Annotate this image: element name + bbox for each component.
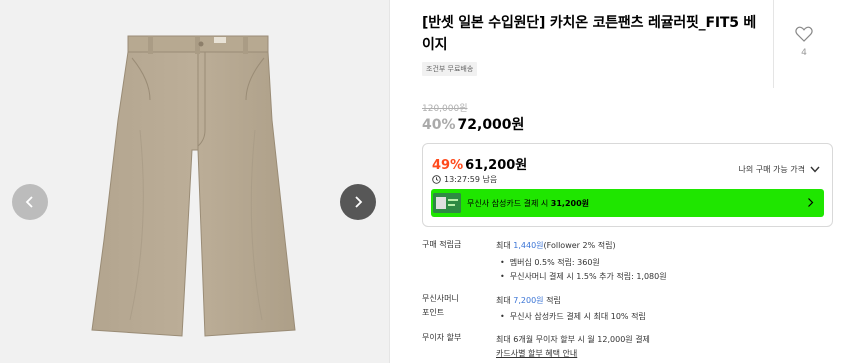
chevron-right-icon — [355, 196, 363, 208]
money-point-value: 7,200원 — [513, 296, 544, 305]
installment-main: 최대 6개월 무이자 할부 시 월 12,000원 결제 — [496, 335, 650, 344]
card-promo-text: 무신사 삼성카드 결제 시 31,200원 — [467, 198, 589, 209]
points-bullet-membership: 멤버십 0.5% 적립: 360원 — [500, 257, 600, 268]
sale-timer: 13:27:59 남음 — [432, 174, 497, 185]
like-count: 4 — [801, 48, 807, 58]
money-point-label-line1: 무신사머니 — [422, 294, 459, 303]
money-point-suffix: 적립 — [543, 296, 561, 305]
money-point-prefix: 최대 — [496, 296, 514, 305]
product-title: [반셋 일본 수입원단] 카치온 코튼팬츠 레귤러핏_FIT5 베이지 — [422, 15, 757, 53]
card-promo-banner[interactable]: 무신사 삼성카드 결제 시 31,200원 — [431, 189, 824, 217]
points-suffix: (Follower 2% 적립) — [543, 241, 616, 250]
card-promo-price: 31,200원 — [550, 198, 590, 208]
gallery-next-button[interactable] — [340, 184, 376, 220]
points-bullet-money: 무신사머니 결제 시 1.5% 추가 적립: 1,080원 — [500, 271, 667, 282]
money-point-bullet: 무신사 삼성카드 결제 시 최대 10% 적립 — [500, 311, 646, 322]
card-promo-label: 무신사 삼성카드 결제 시 — [467, 198, 549, 208]
shipping-badge: 조건부 무료배송 — [422, 62, 478, 76]
points-label: 구매 적립금 — [422, 240, 462, 249]
like-button[interactable]: 4 — [790, 26, 818, 58]
card-image — [433, 193, 461, 213]
gallery-prev-button[interactable] — [12, 184, 48, 220]
chevron-left-icon — [25, 196, 33, 208]
timer-text: 13:27:59 남음 — [444, 175, 498, 184]
original-price: 120,000원 — [422, 104, 468, 114]
benefit-discount-percent: 49% — [432, 158, 464, 173]
heart-icon — [795, 26, 813, 42]
sale-price-row: 40% 72,000원 — [422, 114, 524, 134]
money-point-label-line2: 포인트 — [422, 308, 445, 317]
benefit-price-value: 61,200원 — [465, 158, 528, 173]
product-image-pants — [91, 35, 296, 337]
gallery-divider — [389, 0, 390, 363]
installment-label: 무이자 할부 — [422, 333, 462, 342]
benefit-price: 49% 61,200원 — [432, 154, 527, 173]
like-divider — [773, 0, 774, 88]
chevron-down-icon — [810, 166, 820, 173]
discount-percent: 40% — [422, 117, 456, 133]
chevron-right-icon — [808, 198, 814, 207]
product-image-gallery — [0, 0, 389, 363]
points-main: 최대 1,440원(Follower 2% 적립) — [496, 240, 616, 251]
clock-icon — [432, 175, 441, 184]
points-prefix: 최대 — [496, 241, 514, 250]
money-point-main: 최대 7,200원 적립 — [496, 295, 561, 306]
points-value: 1,440원 — [513, 241, 544, 250]
installment-info-link[interactable]: 카드사별 할부 혜택 안내 — [496, 348, 577, 359]
my-price-dropdown[interactable]: 나의 구매 가능 가격 — [738, 164, 820, 175]
sale-price: 72,000원 — [457, 117, 525, 133]
my-price-label: 나의 구매 가능 가격 — [738, 165, 805, 174]
money-point-label: 무신사머니 포인트 — [422, 292, 459, 320]
